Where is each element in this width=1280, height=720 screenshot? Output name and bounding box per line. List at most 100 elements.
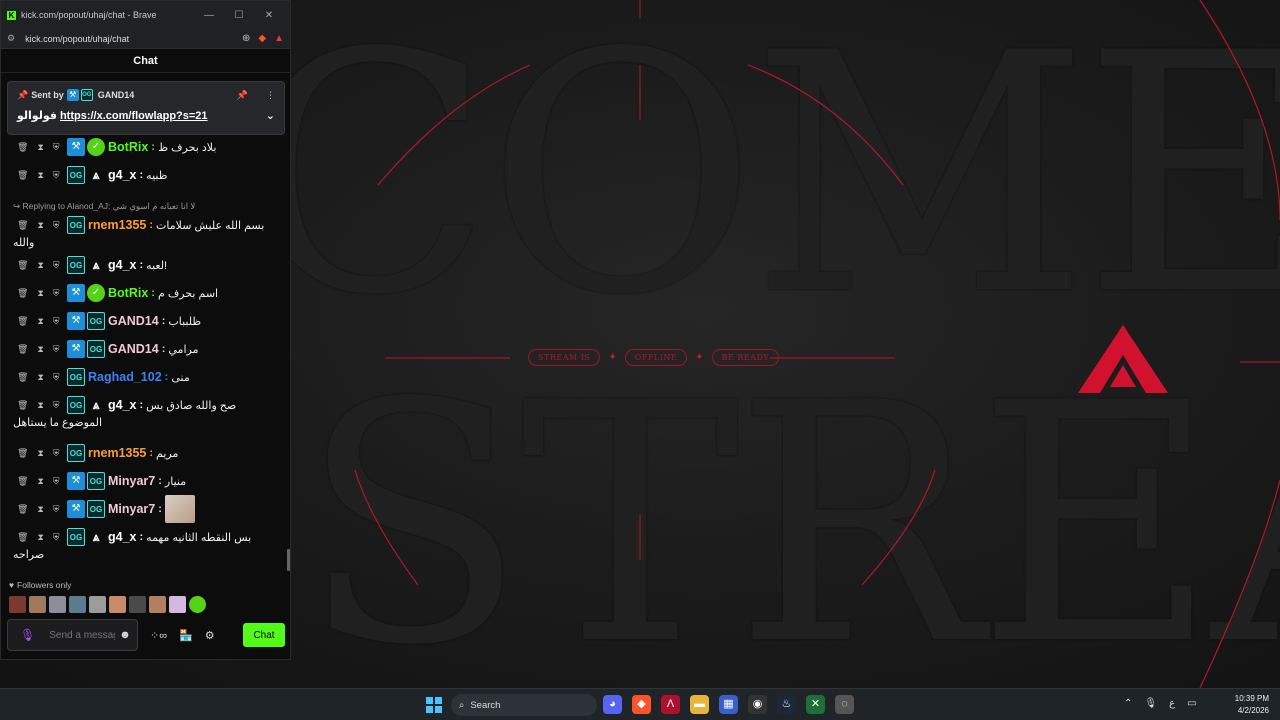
ban-shield-icon[interactable]: ⛨: [53, 220, 60, 231]
unpin-icon[interactable]: 📌: [237, 90, 248, 101]
delete-icon[interactable]: 🗑: [17, 532, 28, 543]
timeout-icon[interactable]: ⧗: [37, 532, 43, 543]
brave-rewards-icon[interactable]: ▲: [274, 33, 284, 44]
chat-username[interactable]: GAND14: [108, 314, 159, 328]
delete-icon[interactable]: 🗑: [17, 260, 28, 271]
chat-username[interactable]: g4_x: [108, 258, 137, 272]
url-field[interactable]: kick.com/popout/uhaj/chat: [25, 34, 234, 44]
app-icon[interactable]: ◌: [835, 695, 854, 714]
network-icon[interactable]: ▭: [1187, 698, 1196, 709]
timeout-icon[interactable]: ⧗: [37, 220, 43, 231]
settings-gear-icon[interactable]: ⚙: [205, 629, 215, 642]
chevron-down-icon[interactable]: ⌄: [266, 109, 275, 122]
emote[interactable]: [49, 596, 66, 613]
ban-shield-icon[interactable]: ⛨: [53, 170, 60, 181]
chat-username[interactable]: GAND14: [108, 342, 159, 356]
timeout-icon[interactable]: ⧗: [37, 476, 43, 487]
windows-start-icon[interactable]: [426, 697, 442, 713]
emote[interactable]: [189, 596, 206, 613]
minimize-button[interactable]: —: [194, 10, 224, 21]
timeout-icon[interactable]: ⧗: [37, 448, 43, 459]
language-indicator[interactable]: ع: [1169, 698, 1175, 709]
emote[interactable]: [9, 596, 26, 613]
delete-icon[interactable]: 🗑: [17, 142, 28, 153]
ban-shield-icon[interactable]: ⛨: [53, 372, 60, 383]
kicks-icon[interactable]: ⁘∞: [150, 629, 167, 642]
more-options-icon[interactable]: ⋮: [266, 90, 275, 101]
ban-shield-icon[interactable]: ⛨: [53, 316, 60, 327]
emote[interactable]: [169, 596, 186, 613]
xbox-icon[interactable]: ✕: [806, 695, 825, 714]
ban-shield-icon[interactable]: ⛨: [53, 344, 60, 355]
timeout-icon[interactable]: ⧗: [37, 288, 43, 299]
delete-icon[interactable]: 🗑: [17, 400, 28, 411]
emote[interactable]: [29, 596, 46, 613]
ban-shield-icon[interactable]: ⛨: [53, 400, 60, 411]
timeout-icon[interactable]: ⧗: [37, 400, 43, 411]
taskbar-search-box[interactable]: ⌕ Search: [451, 694, 597, 716]
chat-message-input[interactable]: [49, 629, 116, 641]
microphone-icon[interactable]: 🎙: [20, 628, 35, 642]
steam-icon[interactable]: ♨: [777, 695, 796, 714]
send-chat-button[interactable]: Chat: [243, 623, 285, 647]
brave-shields-icon[interactable]: ◆: [258, 33, 266, 44]
ban-shield-icon[interactable]: ⛨: [53, 288, 60, 299]
chevron-up-icon[interactable]: ⌃: [1124, 698, 1132, 709]
discord-icon[interactable]: ◕: [603, 695, 622, 714]
timeout-icon[interactable]: ⧗: [37, 316, 43, 327]
chat-username[interactable]: rnem1355: [88, 218, 146, 232]
chat-username[interactable]: Minyar7: [108, 474, 155, 488]
store-icon[interactable]: 🏪: [179, 629, 193, 642]
ban-shield-icon[interactable]: ⛨: [53, 532, 60, 543]
delete-icon[interactable]: 🗑: [17, 288, 28, 299]
chat-username[interactable]: Minyar7: [108, 502, 155, 516]
zoom-icon[interactable]: ⊕: [242, 33, 250, 44]
emote[interactable]: [109, 596, 126, 613]
maximize-button[interactable]: ☐: [224, 10, 254, 21]
chat-username[interactable]: BotRix: [108, 286, 148, 300]
brave-browser-icon[interactable]: ◆: [632, 695, 651, 714]
delete-icon[interactable]: 🗑: [17, 476, 28, 487]
ban-shield-icon[interactable]: ⛨: [53, 260, 60, 271]
chat-username[interactable]: rnem1355: [88, 446, 146, 460]
pinned-link[interactable]: https://x.com/flowlapp?s=21: [60, 110, 208, 122]
chat-scrollbar[interactable]: [287, 549, 290, 571]
emote[interactable]: [149, 596, 166, 613]
timeout-icon[interactable]: ⧗: [37, 260, 43, 271]
ban-shield-icon[interactable]: ⛨: [53, 142, 60, 153]
pinned-sender[interactable]: GAND14: [98, 90, 135, 100]
emote[interactable]: [129, 596, 146, 613]
chat-username[interactable]: g4_x: [108, 168, 137, 182]
delete-icon[interactable]: 🗑: [17, 170, 28, 181]
ban-shield-icon[interactable]: ⛨: [53, 476, 60, 487]
reply-context[interactable]: ↪ Replying to Alanod_AJ: لا انا تعبانه م…: [1, 201, 283, 215]
ban-shield-icon[interactable]: ⛨: [53, 448, 60, 459]
timeout-icon[interactable]: ⧗: [37, 142, 43, 153]
emote[interactable]: [89, 596, 106, 613]
ban-shield-icon[interactable]: ⛨: [53, 504, 60, 515]
delete-icon[interactable]: 🗑: [17, 220, 28, 231]
emote[interactable]: [69, 596, 86, 613]
file-explorer-icon[interactable]: ▬: [690, 695, 709, 714]
app-icon[interactable]: ▦: [719, 695, 738, 714]
obs-icon[interactable]: ◉: [748, 695, 767, 714]
emoji-icon[interactable]: ☻: [119, 629, 131, 641]
site-info-icon[interactable]: ⚙: [7, 33, 15, 44]
chat-username[interactable]: g4_x: [108, 398, 137, 412]
chat-username[interactable]: Raghad_102: [88, 370, 162, 384]
timeout-icon[interactable]: ⧗: [37, 170, 43, 181]
delete-icon[interactable]: 🗑: [17, 504, 28, 515]
chat-username[interactable]: g4_x: [108, 530, 137, 544]
delete-icon[interactable]: 🗑: [17, 344, 28, 355]
timeout-icon[interactable]: ⧗: [37, 344, 43, 355]
timeout-icon[interactable]: ⧗: [37, 372, 43, 383]
pinned-message[interactable]: 📌 Sent by ⚒ OG GAND14 📌 ⋮ فولوالو https:…: [7, 81, 285, 135]
apex-legends-icon[interactable]: Λ: [661, 695, 680, 714]
microphone-tray-icon[interactable]: 🎙: [1144, 698, 1157, 709]
delete-icon[interactable]: 🗑: [17, 448, 28, 459]
taskbar-clock[interactable]: 10:39 PM 4/2/2026: [1233, 693, 1269, 717]
delete-icon[interactable]: 🗑: [17, 316, 28, 327]
timeout-icon[interactable]: ⧗: [37, 504, 43, 515]
chat-username[interactable]: BotRix: [108, 140, 148, 154]
delete-icon[interactable]: 🗑: [17, 372, 28, 383]
